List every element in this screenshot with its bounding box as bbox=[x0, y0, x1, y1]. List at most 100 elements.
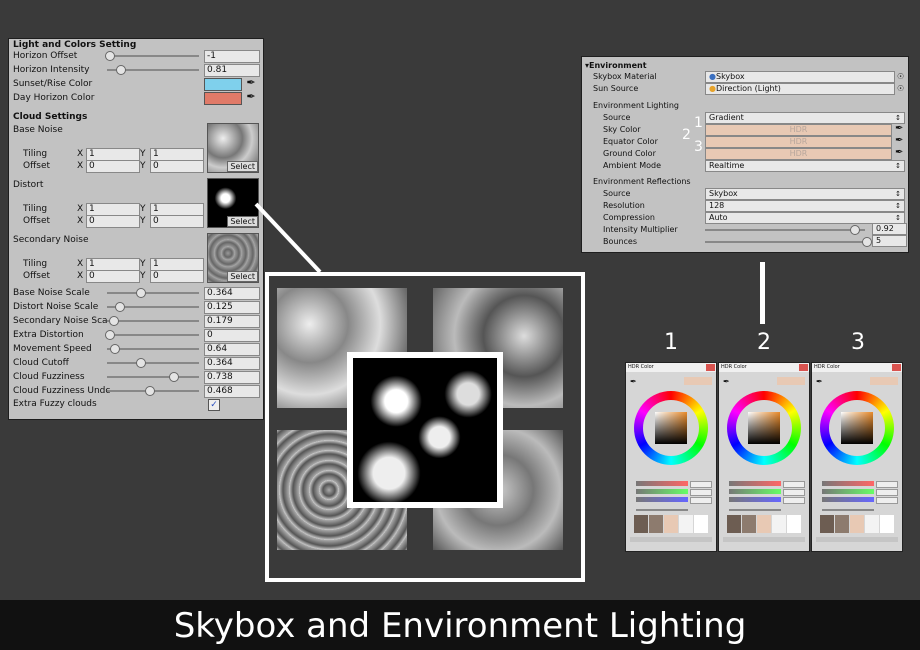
slider-track[interactable] bbox=[107, 348, 199, 350]
exposure-swatches[interactable] bbox=[727, 515, 801, 533]
sky-color-field[interactable]: HDR bbox=[705, 124, 892, 136]
resolution-dropdown[interactable]: 128 ↕ bbox=[705, 200, 905, 212]
saturation-value-square[interactable] bbox=[841, 412, 873, 444]
saturation-value-square[interactable] bbox=[655, 412, 687, 444]
saturation-value-square[interactable] bbox=[748, 412, 780, 444]
object-picker-icon[interactable]: ☉ bbox=[897, 83, 904, 94]
object-picker-icon[interactable]: ☉ bbox=[897, 71, 904, 82]
red-channel-slider[interactable] bbox=[729, 481, 781, 486]
refl-source-dropdown[interactable]: Skybox ↕ bbox=[705, 188, 905, 200]
slider-value-field[interactable]: 0.364 bbox=[204, 287, 260, 300]
swatches-section[interactable] bbox=[630, 537, 712, 542]
eyedropper-icon[interactable]: ✒ bbox=[816, 377, 823, 386]
slider-track[interactable] bbox=[107, 292, 199, 294]
skybox-material-field[interactable]: ●Skybox bbox=[705, 71, 895, 83]
base-offset-y[interactable]: 0 bbox=[150, 160, 204, 173]
eyedropper-icon[interactable]: ✒ bbox=[245, 91, 257, 103]
base-noise-texture[interactable]: Select bbox=[207, 123, 259, 173]
swatches-section[interactable] bbox=[723, 537, 805, 542]
extra-fuzzy-checkbox[interactable]: ✓ bbox=[208, 399, 220, 411]
slider-value-field[interactable]: 0 bbox=[204, 329, 260, 342]
slider-knob[interactable] bbox=[110, 344, 121, 354]
slider-value-field[interactable]: 0.738 bbox=[204, 371, 260, 384]
blue-channel-field[interactable] bbox=[783, 497, 805, 504]
eyedropper-icon[interactable]: ✒ bbox=[245, 77, 257, 89]
bounces-field[interactable]: 5 bbox=[872, 235, 907, 247]
slider-knob[interactable] bbox=[109, 316, 120, 326]
hue-wheel[interactable] bbox=[727, 391, 801, 465]
horizon-offset-field[interactable]: -1 bbox=[204, 50, 260, 63]
slider-value-field[interactable]: 0.179 bbox=[204, 315, 260, 328]
slider-track[interactable] bbox=[107, 334, 199, 336]
green-channel-field[interactable] bbox=[876, 489, 898, 496]
blue-channel-field[interactable] bbox=[876, 497, 898, 504]
horizon-intensity-knob[interactable] bbox=[116, 65, 126, 75]
slider-knob[interactable] bbox=[168, 372, 179, 382]
intensity-field[interactable]: 0.92 bbox=[872, 223, 907, 235]
sun-source-field[interactable]: ●Direction (Light) bbox=[705, 83, 895, 95]
eyedropper-icon[interactable]: ✒ bbox=[895, 135, 903, 146]
secondary-offset-x[interactable]: 0 bbox=[86, 270, 140, 283]
ambient-mode-dropdown[interactable]: Realtime ↕ bbox=[705, 160, 905, 172]
exposure-swatches[interactable] bbox=[820, 515, 894, 533]
bounces-knob[interactable] bbox=[862, 237, 872, 247]
hue-wheel[interactable] bbox=[634, 391, 708, 465]
horizon-offset-knob[interactable] bbox=[105, 51, 115, 61]
base-offset-x[interactable]: 0 bbox=[86, 160, 140, 173]
red-channel-field[interactable] bbox=[876, 481, 898, 488]
intensity-slider[interactable] bbox=[822, 509, 874, 511]
day-horizon-color-swatch[interactable] bbox=[204, 92, 242, 105]
exposure-swatches[interactable] bbox=[634, 515, 708, 533]
hue-wheel[interactable] bbox=[820, 391, 894, 465]
swatches-section[interactable] bbox=[816, 537, 898, 542]
slider-knob[interactable] bbox=[135, 358, 146, 368]
red-channel-field[interactable] bbox=[783, 481, 805, 488]
green-channel-slider[interactable] bbox=[822, 489, 874, 494]
horizon-offset-slider[interactable] bbox=[107, 55, 199, 57]
distort-offset-y[interactable]: 0 bbox=[150, 215, 204, 228]
slider-knob[interactable] bbox=[145, 386, 156, 396]
close-icon[interactable] bbox=[799, 364, 808, 371]
slider-value-field[interactable]: 0.364 bbox=[204, 357, 260, 370]
ground-color-field[interactable]: HDR bbox=[705, 148, 892, 160]
green-channel-field[interactable] bbox=[690, 489, 712, 496]
intensity-knob[interactable] bbox=[850, 225, 860, 235]
sunset-color-swatch[interactable] bbox=[204, 78, 242, 91]
environment-header[interactable]: ▾Environment bbox=[585, 60, 647, 71]
eyedropper-icon[interactable]: ✒ bbox=[630, 377, 637, 386]
slider-track[interactable] bbox=[107, 376, 199, 378]
slider-knob[interactable] bbox=[135, 288, 146, 298]
green-channel-slider[interactable] bbox=[636, 489, 688, 494]
blue-channel-slider[interactable] bbox=[636, 497, 688, 502]
slider-knob[interactable] bbox=[105, 330, 115, 340]
intensity-slider[interactable] bbox=[729, 509, 781, 511]
red-channel-field[interactable] bbox=[690, 481, 712, 488]
intensity-slider[interactable] bbox=[705, 229, 865, 231]
red-channel-slider[interactable] bbox=[636, 481, 688, 486]
eyedropper-icon[interactable]: ✒ bbox=[895, 147, 903, 158]
blue-channel-slider[interactable] bbox=[822, 497, 874, 502]
slider-track[interactable] bbox=[107, 362, 199, 364]
lighting-source-dropdown[interactable]: Gradient ↕ bbox=[705, 112, 905, 124]
bounces-slider[interactable] bbox=[705, 241, 865, 243]
red-channel-slider[interactable] bbox=[822, 481, 874, 486]
eyedropper-icon[interactable]: ✒ bbox=[723, 377, 730, 386]
close-icon[interactable] bbox=[892, 364, 901, 371]
close-icon[interactable] bbox=[706, 364, 715, 371]
intensity-slider[interactable] bbox=[636, 509, 688, 511]
slider-track[interactable] bbox=[107, 320, 199, 322]
slider-value-field[interactable]: 0.125 bbox=[204, 301, 260, 314]
equator-color-field[interactable]: HDR bbox=[705, 136, 892, 148]
eyedropper-icon[interactable]: ✒ bbox=[895, 123, 903, 134]
blue-channel-field[interactable] bbox=[690, 497, 712, 504]
slider-knob[interactable] bbox=[115, 302, 126, 312]
slider-value-field[interactable]: 0.64 bbox=[204, 343, 260, 356]
slider-value-field[interactable]: 0.468 bbox=[204, 385, 260, 398]
green-channel-field[interactable] bbox=[783, 489, 805, 496]
blue-channel-slider[interactable] bbox=[729, 497, 781, 502]
slider-label: Cloud Cutoff bbox=[13, 358, 69, 368]
green-channel-slider[interactable] bbox=[729, 489, 781, 494]
distort-offset-x[interactable]: 0 bbox=[86, 215, 140, 228]
secondary-offset-y[interactable]: 0 bbox=[150, 270, 204, 283]
select-button[interactable]: Select bbox=[227, 161, 258, 172]
